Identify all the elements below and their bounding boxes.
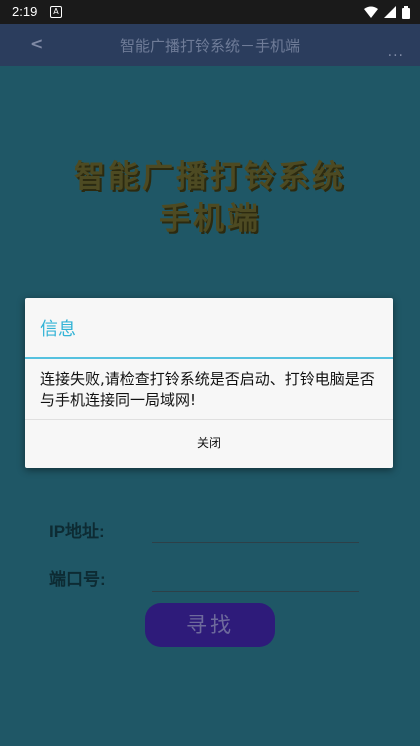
port-input[interactable] (152, 565, 359, 592)
ip-label: IP地址: (49, 522, 105, 541)
info-dialog: 信息 连接失败,请检查打铃系统是否启动、打铃电脑是否与手机连接同一局域网! 关闭 (25, 298, 393, 468)
dialog-divider (25, 357, 393, 359)
hero-title-line2: 手机端 (159, 201, 261, 237)
close-button[interactable]: 关闭 (25, 420, 393, 466)
app-bar: < 智能广播打铃系统－手机端 ... (0, 24, 420, 66)
find-button[interactable]: 寻找 (145, 603, 275, 647)
signal-icon (384, 6, 396, 18)
dialog-title: 信息 (40, 319, 76, 340)
port-label: 端口号: (49, 570, 106, 589)
status-icons (364, 5, 410, 19)
ip-input[interactable] (152, 516, 359, 543)
notification-icon: A (50, 6, 62, 18)
wifi-icon (364, 6, 378, 18)
more-menu-icon[interactable]: ... (388, 44, 404, 60)
app-title: 智能广播打铃系统－手机端 (119, 37, 300, 55)
hero-title-line1: 智能广播打铃系统 (74, 159, 346, 195)
hero-title: 智能广播打铃系统 手机端 (0, 156, 420, 240)
dialog-message: 连接失败,请检查打铃系统是否启动、打铃电脑是否与手机连接同一局域网! (40, 370, 375, 409)
battery-icon (402, 5, 410, 19)
status-time: 2:19 (12, 4, 38, 19)
status-bar: 2:19 A (0, 0, 420, 24)
